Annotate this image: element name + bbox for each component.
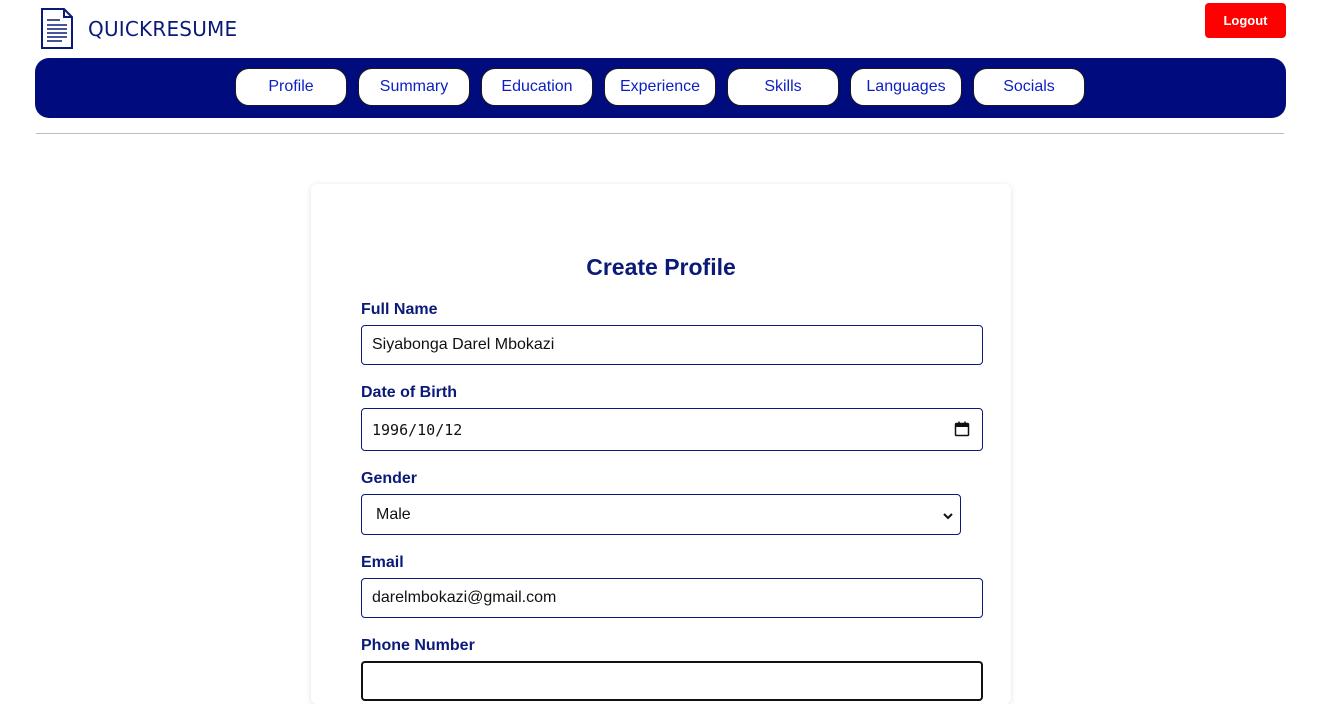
phone-number-input[interactable] (361, 661, 983, 701)
gender-value: Male (376, 505, 411, 523)
chevron-down-icon (942, 509, 954, 527)
gender-label: Gender (361, 470, 418, 487)
full-name-input[interactable]: Siyabonga Darel Mbokazi (361, 325, 983, 365)
phone-number-label: Phone Number (361, 637, 475, 654)
tab-summary[interactable]: Summary (358, 68, 470, 106)
navbar: Profile Summary Education Experience Ski… (35, 58, 1286, 118)
tab-skills[interactable]: Skills (727, 68, 839, 106)
tab-languages[interactable]: Languages (850, 68, 962, 106)
tab-experience[interactable]: Experience (604, 68, 716, 106)
logout-button[interactable]: Logout (1205, 3, 1286, 38)
date-of-birth-label: Date of Birth (361, 384, 457, 401)
tab-profile[interactable]: Profile (235, 68, 347, 106)
form-title: Create Profile (586, 254, 736, 280)
gender-select[interactable]: Male (361, 494, 961, 535)
tab-socials[interactable]: Socials (973, 68, 1085, 106)
nav-tabs: Profile Summary Education Experience Ski… (235, 68, 1085, 106)
email-value: darelmbokazi@gmail.com (372, 589, 557, 606)
tab-education[interactable]: Education (481, 68, 593, 106)
profile-form-card: Create Profile Full Name Siyabonga Darel… (311, 184, 1011, 704)
date-of-birth-value: 1996/10/12 (372, 420, 463, 439)
date-of-birth-input[interactable]: 1996/10/12 (361, 408, 983, 451)
email-label: Email (361, 554, 404, 571)
header: QUICKRESUME Logout (0, 0, 1320, 58)
email-input[interactable]: darelmbokazi@gmail.com (361, 578, 983, 618)
full-name-value: Siyabonga Darel Mbokazi (372, 336, 555, 353)
brand-name: QUICKRESUME (88, 16, 238, 41)
logo[interactable]: QUICKRESUME (40, 7, 237, 50)
full-name-label: Full Name (361, 301, 438, 318)
calendar-icon[interactable] (954, 421, 970, 442)
header-divider (36, 133, 1284, 134)
document-icon (40, 7, 74, 50)
